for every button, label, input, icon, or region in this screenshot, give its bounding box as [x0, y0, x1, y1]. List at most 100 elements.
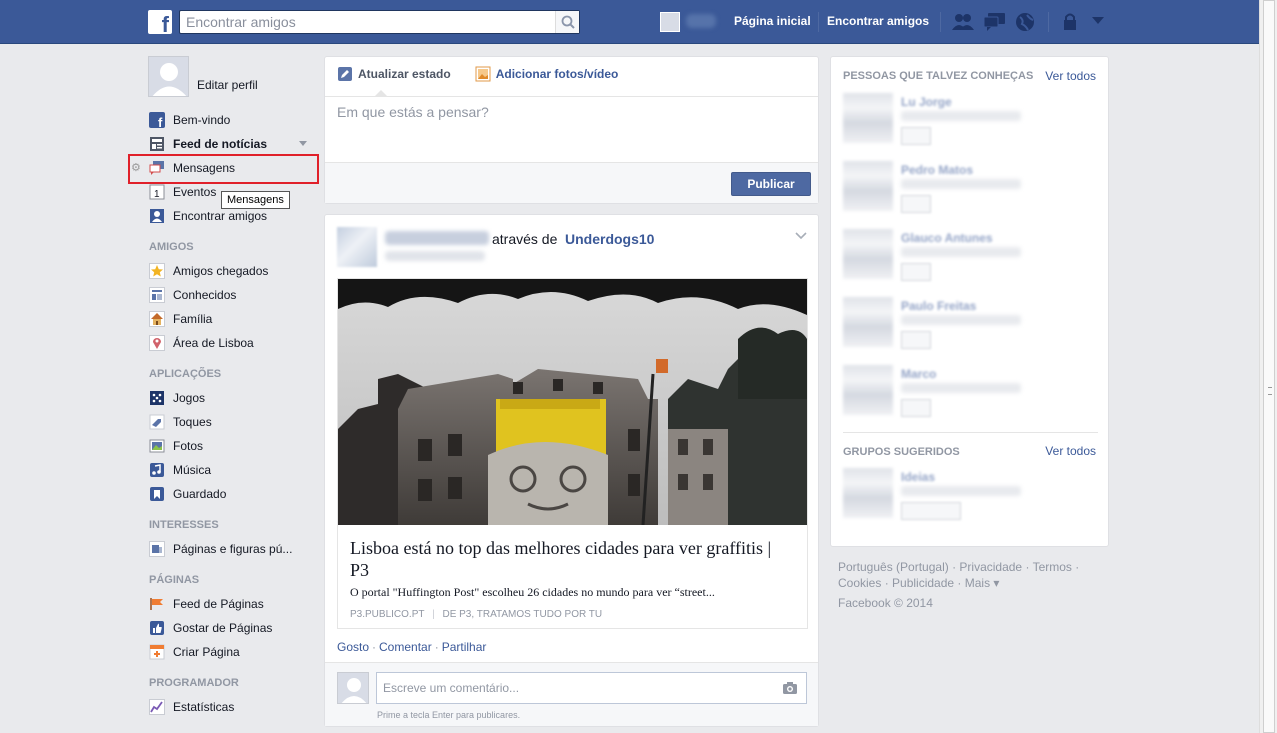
suggested-person[interactable]: Glauco Antunes	[843, 229, 1093, 283]
home-link[interactable]: Página inicial	[734, 14, 811, 28]
post-options-chevron-icon[interactable]	[795, 229, 807, 243]
settings-chevron-down-icon[interactable]	[1092, 17, 1104, 25]
nav-item-pages-feed[interactable]: Feed de Páginas	[149, 594, 309, 614]
interests-heading[interactable]: INTERESSES	[149, 519, 219, 531]
search-box[interactable]	[179, 10, 580, 34]
nav-item-pokes[interactable]: Toques	[149, 412, 309, 432]
add-friend-button[interactable]	[901, 263, 931, 281]
person-avatar-blurred[interactable]	[843, 93, 893, 143]
suggested-groups-heading[interactable]: GRUPOS SUGERIDOS	[843, 446, 960, 458]
see-all-groups-link[interactable]: Ver todos	[1045, 444, 1096, 458]
add-friend-button[interactable]	[901, 195, 931, 213]
link-title[interactable]: Lisboa está no top das melhores cidades …	[350, 537, 790, 581]
status-input[interactable]: Em que estás a pensar?	[337, 104, 489, 120]
add-friend-button[interactable]	[901, 331, 931, 349]
nav-item-insights[interactable]: Estatísticas	[149, 697, 309, 717]
scrollbar[interactable]	[1259, 0, 1277, 733]
footer-link-terms[interactable]: Termos	[1033, 560, 1072, 574]
suggested-person[interactable]: Marco	[843, 365, 1093, 419]
suggested-person[interactable]: Pedro Matos	[843, 161, 1093, 215]
footer-link-cookies[interactable]: Cookies	[838, 576, 881, 590]
comment-box[interactable]	[376, 672, 807, 704]
user-name-blurred[interactable]	[686, 14, 716, 28]
notifications-globe-icon[interactable]	[1015, 12, 1035, 32]
group-avatar-blurred[interactable]	[843, 468, 893, 518]
friend-requests-icon[interactable]	[952, 12, 974, 32]
person-name-blurred[interactable]: Marco	[901, 367, 936, 381]
post-timestamp-blurred[interactable]	[385, 251, 485, 261]
comment-link[interactable]: Comentar	[379, 640, 432, 654]
nav-item-photos[interactable]: Fotos	[149, 436, 309, 456]
nav-item-welcome[interactable]: f Bem-vindo	[149, 110, 309, 130]
post-author-avatar[interactable]	[337, 227, 377, 267]
list-icon	[149, 287, 165, 303]
gear-icon[interactable]: ⚙	[131, 161, 141, 174]
caret-down-icon[interactable]	[299, 141, 307, 147]
commenter-avatar[interactable]	[337, 672, 369, 704]
scrollbar-thumb[interactable]	[1263, 0, 1275, 733]
profile-picture[interactable]	[148, 56, 189, 97]
apps-heading[interactable]: APLICAÇÕES	[149, 368, 221, 380]
footer-link-advertising[interactable]: Publicidade	[892, 576, 954, 590]
post-page-link[interactable]: Underdogs10	[565, 231, 654, 247]
facebook-logo-icon[interactable]: f	[148, 10, 172, 34]
mutual-friends-blurred	[901, 247, 1021, 257]
suggested-person[interactable]: Paulo Freitas	[843, 297, 1093, 351]
footer-link-privacy[interactable]: Privacidade	[959, 560, 1022, 574]
person-avatar-blurred[interactable]	[843, 161, 893, 211]
post-author-name-blurred[interactable]	[385, 231, 489, 245]
footer-link-more[interactable]: Mais	[965, 576, 990, 590]
developer-heading[interactable]: PROGRAMADOR	[149, 677, 239, 689]
user-avatar[interactable]	[660, 12, 680, 32]
person-name-blurred[interactable]: Pedro Matos	[901, 163, 973, 177]
nav-item-like-pages[interactable]: Gostar de Páginas	[149, 618, 309, 638]
camera-icon[interactable]	[782, 681, 798, 695]
person-avatar-blurred[interactable]	[843, 365, 893, 415]
link-share-card[interactable]: Lisboa está no top das melhores cidades …	[337, 278, 808, 629]
share-link[interactable]: Partilhar	[442, 640, 487, 654]
nav-item-family[interactable]: Família	[149, 309, 309, 329]
person-avatar-blurred[interactable]	[843, 297, 893, 347]
edit-profile-link[interactable]: Editar perfil	[197, 78, 258, 92]
pages-heading[interactable]: PÁGINAS	[149, 574, 199, 586]
privacy-lock-icon[interactable]	[1062, 12, 1078, 32]
add-friend-button[interactable]	[901, 399, 931, 417]
suggested-group[interactable]: Ideias	[843, 468, 1093, 522]
person-avatar-blurred[interactable]	[843, 229, 893, 279]
nav-item-messages[interactable]: Mensagens	[149, 158, 309, 178]
footer-link-language[interactable]: Português (Portugal)	[838, 560, 949, 574]
join-group-button[interactable]	[901, 502, 961, 520]
nav-item-games[interactable]: Jogos	[149, 388, 309, 408]
nav-item-label: Feed de notícias	[173, 137, 268, 151]
search-input[interactable]	[180, 11, 550, 33]
tab-add-photos-video[interactable]: Adicionar fotos/vídeo	[475, 66, 618, 82]
add-friend-button[interactable]	[901, 127, 931, 145]
like-link[interactable]: Gosto	[337, 640, 369, 654]
nav-item-close-friends[interactable]: Amigos chegados	[149, 261, 309, 281]
nav-item-music[interactable]: Música	[149, 460, 309, 480]
find-friends-link[interactable]: Encontrar amigos	[827, 14, 929, 28]
footer: Português (Portugal) · Privacidade · Ter…	[838, 559, 1108, 611]
group-name-blurred[interactable]: Ideias	[901, 470, 935, 484]
nav-item-create-page[interactable]: Criar Página	[149, 642, 309, 662]
friends-heading[interactable]: AMIGOS	[149, 241, 194, 253]
person-name-blurred[interactable]: Paulo Freitas	[901, 299, 976, 313]
see-all-people-link[interactable]: Ver todos	[1045, 69, 1096, 83]
comment-input[interactable]	[377, 673, 767, 703]
publish-button[interactable]: Publicar	[731, 172, 811, 196]
nav-item-public-pages[interactable]: Páginas e figuras pú...	[149, 539, 309, 559]
people-you-may-know-heading[interactable]: PESSOAS QUE TALVEZ CONHEÇAS	[843, 70, 1033, 82]
nav-item-lisbon-area[interactable]: Área de Lisboa	[149, 333, 309, 353]
tab-update-status[interactable]: Atualizar estado	[337, 66, 451, 82]
nav-item-find-friends[interactable]: Encontrar amigos	[149, 206, 309, 226]
nav-item-news-feed[interactable]: Feed de notícias	[149, 134, 309, 154]
nav-item-saved[interactable]: Guardado	[149, 484, 309, 504]
person-name-blurred[interactable]: Glauco Antunes	[901, 231, 993, 245]
suggested-person[interactable]: Lu Jorge	[843, 93, 1093, 147]
caret-down-icon[interactable]: ▾	[990, 576, 999, 590]
link-preview-image[interactable]	[338, 279, 807, 525]
messages-top-icon[interactable]	[984, 12, 1006, 32]
search-button[interactable]	[555, 11, 579, 33]
person-name-blurred[interactable]: Lu Jorge	[901, 95, 952, 109]
nav-item-acquaintances[interactable]: Conhecidos	[149, 285, 309, 305]
